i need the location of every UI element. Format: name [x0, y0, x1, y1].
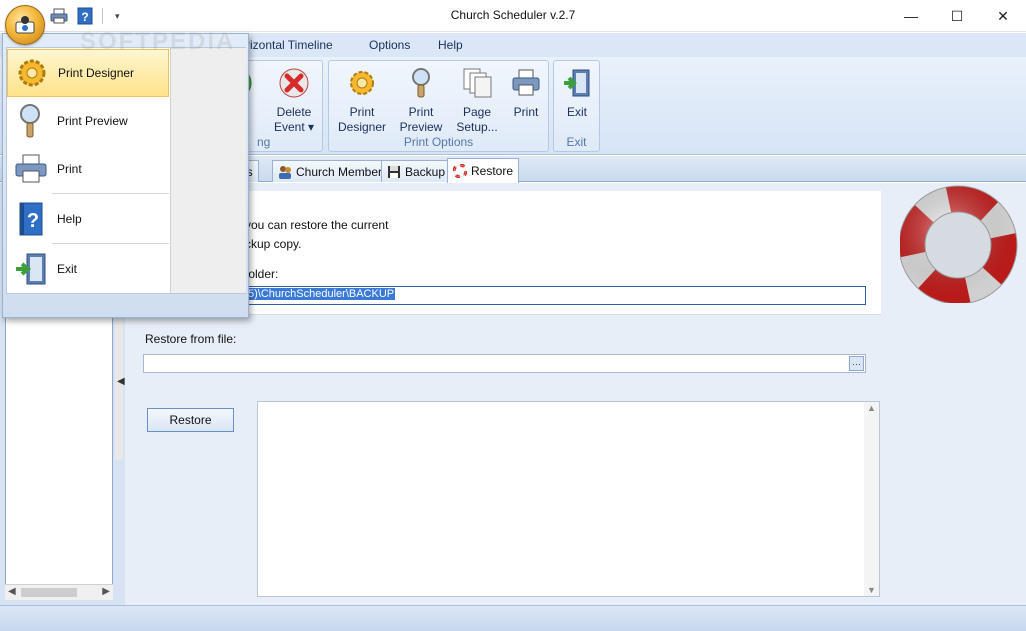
collapse-panel-arrow[interactable]: ◀ [117, 376, 125, 387]
restore-panel: you can restore the current ckup copy. f… [125, 183, 1026, 605]
scroll-left-arrow[interactable]: ◀ [8, 586, 16, 597]
magnifier-icon [403, 65, 439, 101]
tab-help[interactable]: Help [438, 38, 463, 52]
menu-item-help[interactable]: ? Help [7, 195, 169, 243]
menu-separator [52, 193, 169, 194]
lifebuoy-image [898, 183, 1020, 305]
svg-text:?: ? [27, 210, 39, 232]
backup-folder-field[interactable]: 5)\ChurchScheduler\BACKUP [243, 286, 866, 305]
help-book-icon: ? [11, 199, 51, 239]
magnifier-icon [11, 101, 51, 141]
browse-file-button[interactable]: ··· [849, 356, 864, 371]
left-horizontal-scrollbar[interactable]: ◀ ▶ [5, 584, 113, 600]
menu-item-print[interactable]: Print [7, 145, 169, 193]
ribbon-group-title: Print Options [403, 135, 474, 149]
scroll-thumb[interactable] [21, 588, 77, 597]
scroll-right-arrow[interactable]: ▶ [102, 586, 110, 597]
scroll-up-arrow[interactable]: ▲ [867, 403, 876, 413]
menu-item-print-preview[interactable]: Print Preview [7, 97, 169, 145]
lifebuoy-icon [453, 164, 467, 178]
restore-info-line1: you can restore the current [245, 218, 389, 232]
restore-log-textarea[interactable]: ▲ ▼ [257, 401, 880, 597]
restore-info-line2: ckup copy. [245, 237, 302, 251]
window-title: Church Scheduler v.2.7 [450, 8, 576, 22]
gear-icon [12, 53, 52, 93]
exit-button[interactable]: Exit [547, 65, 607, 120]
tab-horizontal-timeline[interactable]: rizontal Timeline [246, 38, 333, 52]
ribbon-group-print-options: Print Designer Print Preview Page Setup.… [328, 60, 549, 152]
menu-separator [52, 243, 169, 244]
exit-door-icon [559, 65, 595, 101]
application-menu-button[interactable] [5, 5, 45, 45]
log-vertical-scrollbar[interactable]: ▲ ▼ [864, 402, 879, 596]
scroll-down-arrow[interactable]: ▼ [867, 585, 876, 595]
backup-folder-value: 5)\ChurchScheduler\BACKUP [247, 288, 396, 300]
exit-door-icon [11, 249, 51, 289]
close-button[interactable]: ✕ [980, 0, 1026, 32]
recent-documents-pane [170, 48, 246, 293]
maximize-button[interactable]: ☐ [934, 0, 980, 32]
backup-folder-label: folder: [245, 267, 279, 281]
delete-event-icon [276, 65, 312, 101]
restore-button[interactable]: Restore [147, 408, 234, 432]
print-preview-button[interactable]: Print Preview [391, 65, 451, 135]
floppy-disk-icon [387, 165, 401, 179]
ribbon-group-exit: Exit Exit [553, 60, 600, 152]
tab-church-members[interactable]: Church Members [272, 160, 395, 182]
status-bar [0, 605, 1026, 631]
ribbon-group-title: Exit [566, 135, 587, 149]
printer-icon [11, 149, 51, 189]
pages-icon [459, 65, 495, 101]
restore-file-field[interactable]: ··· [143, 354, 866, 373]
tab-restore[interactable]: Restore [447, 158, 520, 183]
application-menu: Print Designer Print Preview Print ? Hel… [2, 33, 249, 318]
people-icon [278, 165, 292, 179]
title-bar: ? ▾ Church Scheduler v.2.7 — ☐ ✕ [0, 0, 1026, 32]
gear-icon [344, 65, 380, 101]
application-menu-items: Print Designer Print Preview Print ? Hel… [6, 47, 246, 294]
tab-options[interactable]: Options [369, 38, 410, 52]
restore-from-file-label: Restore from file: [145, 332, 237, 346]
app-orb-icon [15, 16, 35, 34]
minimize-button[interactable]: — [888, 0, 934, 32]
tab-backup[interactable]: Backup [381, 160, 452, 182]
print-designer-button[interactable]: Print Designer [332, 65, 392, 135]
printer-icon [508, 65, 544, 101]
menu-item-exit[interactable]: Exit [7, 245, 169, 293]
menu-item-print-designer[interactable]: Print Designer [7, 49, 169, 97]
delete-event-button[interactable]: Delete Event ▾ [264, 65, 324, 135]
